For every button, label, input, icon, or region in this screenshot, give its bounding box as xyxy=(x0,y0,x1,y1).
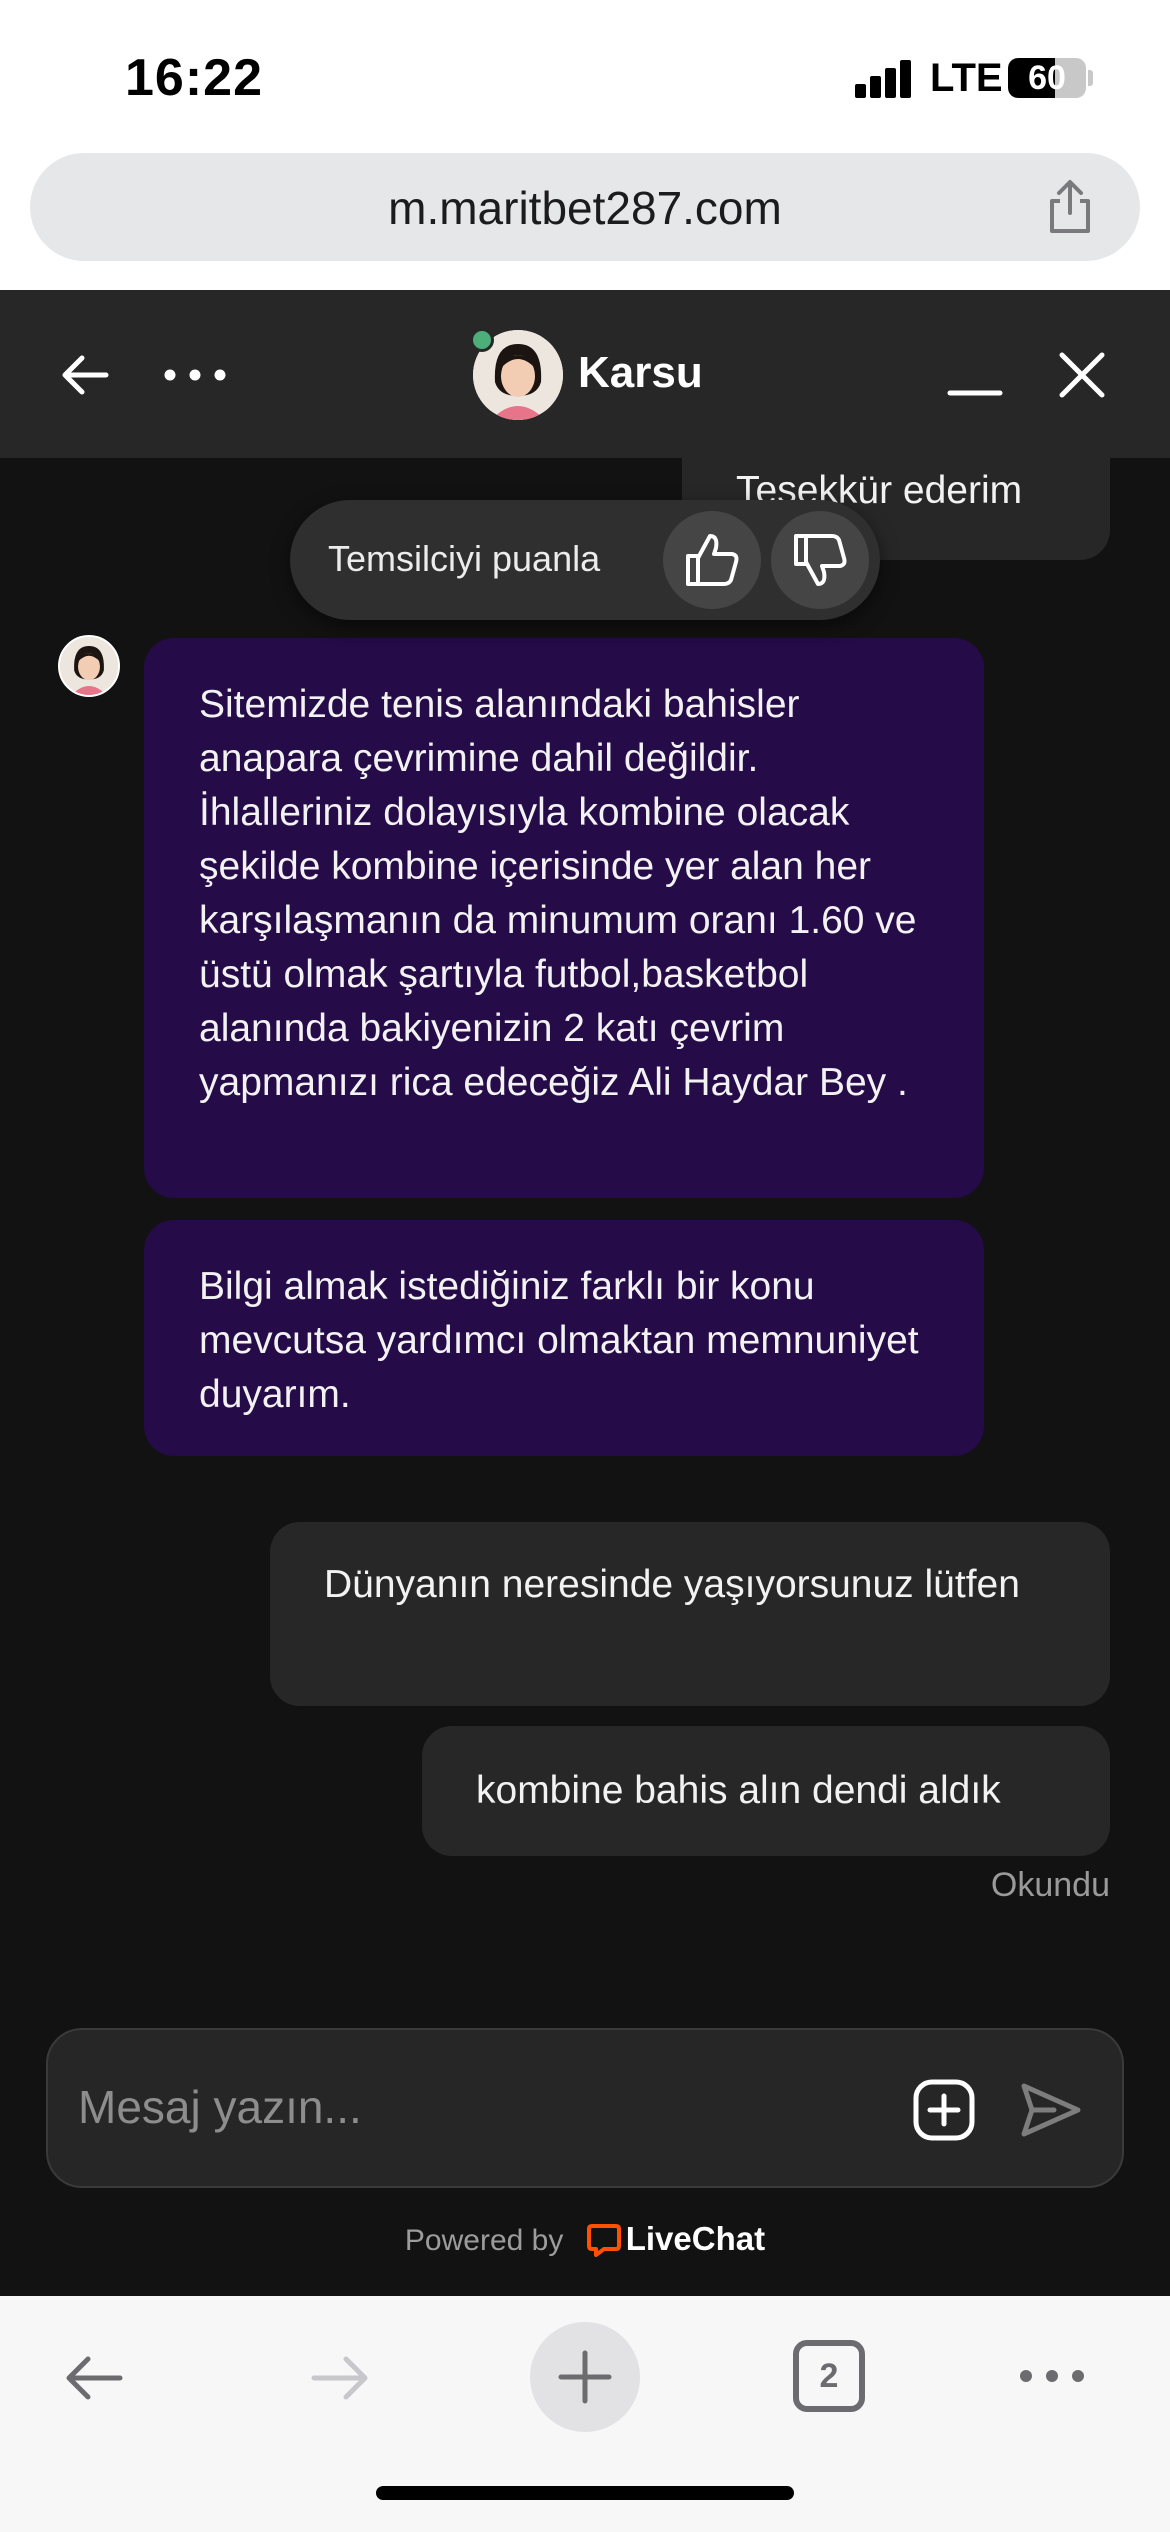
read-status: Okundu xyxy=(990,1866,1110,1904)
network-label: LTE xyxy=(930,56,1003,100)
battery-tip xyxy=(1088,70,1093,86)
chat-header: Karsu xyxy=(0,290,1170,458)
message-text: Bilgi almak istediğiniz farklı bir konu … xyxy=(199,1265,919,1416)
message-text: Dünyanın neresinde yaşıyorsunuz lütfen xyxy=(324,1563,1020,1606)
chat-widget: Karsu Teşekkür ederim Temsilciyi puanla xyxy=(0,290,1170,2296)
thumbs-up-icon xyxy=(686,534,739,586)
powered-by: Powered by LiveChat xyxy=(0,2220,1170,2258)
address-bar[interactable]: m.maritbet287.com xyxy=(30,153,1140,261)
minimize-icon[interactable] xyxy=(945,345,1005,405)
url-text: m.maritbet287.com xyxy=(388,182,782,234)
livechat-brand[interactable]: LiveChat xyxy=(626,2220,765,2257)
online-status-dot xyxy=(470,328,494,352)
thumbs-down-button[interactable] xyxy=(771,511,869,609)
message-text: Sitemizde tenis alanındaki bahisler anap… xyxy=(199,683,917,1104)
livechat-logo-icon xyxy=(586,2224,621,2257)
browser-back-icon[interactable] xyxy=(58,2342,130,2414)
battery-icon: 60 xyxy=(1008,58,1086,98)
agent-message-avatar xyxy=(58,635,120,697)
user-message: Dünyanın neresinde yaşıyorsunuz lütfen xyxy=(270,1522,1110,1706)
battery-percent: 60 xyxy=(1028,59,1066,97)
tabs-button[interactable]: 2 xyxy=(793,2340,865,2412)
signal-icon xyxy=(855,60,915,98)
rate-agent-bar: Temsilciyi puanla xyxy=(290,500,880,620)
rate-agent-label: Temsilciyi puanla xyxy=(328,538,601,579)
thumbs-down-icon xyxy=(794,534,847,586)
attach-icon[interactable] xyxy=(912,2078,976,2142)
status-time: 16:22 xyxy=(125,49,263,107)
send-icon[interactable] xyxy=(1016,2076,1084,2144)
message-input[interactable]: Mesaj yazın... xyxy=(46,2028,1124,2188)
plus-icon xyxy=(558,2350,612,2404)
more-dots-icon[interactable] xyxy=(1016,2346,1088,2406)
browser-forward-icon[interactable] xyxy=(304,2342,376,2414)
back-arrow-icon[interactable] xyxy=(56,345,116,405)
message-placeholder: Mesaj yazın... xyxy=(78,2081,362,2133)
close-icon[interactable] xyxy=(1052,345,1112,405)
agent-name: Karsu xyxy=(578,348,703,397)
more-dots-icon[interactable] xyxy=(160,345,230,405)
new-tab-button[interactable] xyxy=(530,2322,640,2432)
agent-message: Sitemizde tenis alanındaki bahisler anap… xyxy=(144,638,984,1198)
powered-by-prefix: Powered by xyxy=(404,2224,564,2257)
home-indicator[interactable] xyxy=(376,2486,794,2500)
message-text: kombine bahis alın dendi aldık xyxy=(476,1769,1001,1812)
user-message: kombine bahis alın dendi aldık xyxy=(422,1726,1110,1856)
status-bar: 16:22 LTE 60 xyxy=(0,0,1170,150)
share-icon[interactable] xyxy=(1040,177,1100,237)
thumbs-up-button[interactable] xyxy=(663,511,761,609)
agent-message: Bilgi almak istediğiniz farklı bir konu … xyxy=(144,1220,984,1456)
